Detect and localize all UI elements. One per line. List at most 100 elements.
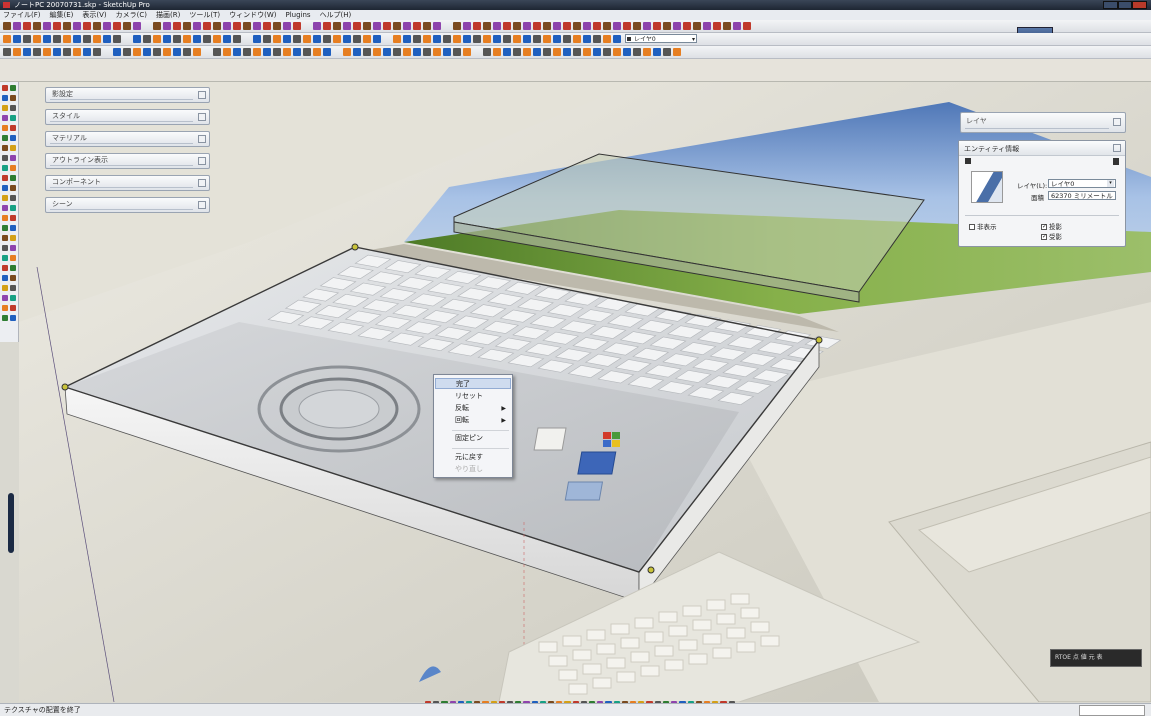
- toolbar-tool-icon[interactable]: [653, 22, 661, 30]
- toolbar-tool-icon[interactable]: [693, 22, 701, 30]
- toolbar-tool-icon[interactable]: [523, 35, 531, 43]
- toolbar-tool-icon[interactable]: [303, 48, 311, 56]
- palette-tool-icon[interactable]: [10, 235, 16, 241]
- toolbar-tool-icon[interactable]: [53, 35, 61, 43]
- palette-tool-icon[interactable]: [2, 175, 8, 181]
- toolbar-tool-icon[interactable]: [153, 35, 161, 43]
- toolbar-tool-icon[interactable]: [363, 48, 371, 56]
- toolbar-tool-icon[interactable]: [383, 22, 391, 30]
- toolbar-tool-icon[interactable]: [213, 22, 221, 30]
- palette-tool-icon[interactable]: [10, 205, 16, 211]
- toolbar-tool-icon[interactable]: [543, 22, 551, 30]
- palette-tool-icon[interactable]: [2, 255, 8, 261]
- pin-icon[interactable]: [198, 135, 206, 143]
- toolbar-tool-icon[interactable]: [673, 48, 681, 56]
- toolbar-tool-icon[interactable]: [613, 22, 621, 30]
- toolbar-tool-icon[interactable]: [43, 48, 51, 56]
- toolbar-tool-icon[interactable]: [723, 22, 731, 30]
- toolbar-tool-icon[interactable]: [533, 48, 541, 56]
- menu-edit[interactable]: 編集(E): [50, 10, 74, 20]
- toolbar-tool-icon[interactable]: [293, 22, 301, 30]
- toolbar-tool-icon[interactable]: [163, 48, 171, 56]
- toolbar-tool-icon[interactable]: [633, 22, 641, 30]
- toolbar-tool-icon[interactable]: [83, 35, 91, 43]
- menu-view[interactable]: 表示(V): [82, 10, 106, 20]
- toolbar-tool-icon[interactable]: [303, 22, 311, 30]
- toolbar-tool-icon[interactable]: [53, 22, 61, 30]
- toolbar-tool-icon[interactable]: [313, 35, 321, 43]
- palette-tool-icon[interactable]: [10, 195, 16, 201]
- toolbar-tool-icon[interactable]: [193, 35, 201, 43]
- toolbar-tool-icon[interactable]: [603, 48, 611, 56]
- toolbar-tool-icon[interactable]: [213, 48, 221, 56]
- toolbar-tool-icon[interactable]: [643, 48, 651, 56]
- toolbar-tool-icon[interactable]: [143, 35, 151, 43]
- toolbar-tool-icon[interactable]: [13, 22, 21, 30]
- toolbar-tool-icon[interactable]: [23, 35, 31, 43]
- toolbar-tool-icon[interactable]: [543, 48, 551, 56]
- palette-tool-icon[interactable]: [2, 155, 8, 161]
- toolbar-tool-icon[interactable]: [63, 48, 71, 56]
- toolbar-tool-icon[interactable]: [253, 35, 261, 43]
- toolbar-tool-icon[interactable]: [153, 48, 161, 56]
- toolbar-tool-icon[interactable]: [113, 22, 121, 30]
- toolbar-tool-icon[interactable]: [483, 48, 491, 56]
- toolbar-tool-icon[interactable]: [313, 48, 321, 56]
- menu-draw[interactable]: 描画(R): [156, 10, 180, 20]
- toolbar-tool-icon[interactable]: [463, 35, 471, 43]
- menu-tools[interactable]: ツール(T): [189, 10, 220, 20]
- menu-item-reset[interactable]: リセット: [435, 391, 511, 402]
- toolbar-tool-icon[interactable]: [673, 22, 681, 30]
- toolbar-tool-icon[interactable]: [153, 22, 161, 30]
- toolbar-tool-icon[interactable]: [703, 22, 711, 30]
- toolbar-tool-icon[interactable]: [473, 35, 481, 43]
- toolbar-tool-icon[interactable]: [333, 35, 341, 43]
- toolbar-tool-icon[interactable]: [203, 35, 211, 43]
- toolbar-tool-icon[interactable]: [633, 48, 641, 56]
- palette-tool-icon[interactable]: [10, 285, 16, 291]
- tray-outliner[interactable]: アウトライン表示: [45, 153, 210, 169]
- toolbar-tool-icon[interactable]: [193, 48, 201, 56]
- toolbar-tool-icon[interactable]: [3, 35, 11, 43]
- toolbar-tool-icon[interactable]: [123, 22, 131, 30]
- tray-materials[interactable]: マテリアル: [45, 131, 210, 147]
- toolbar-tool-icon[interactable]: [323, 35, 331, 43]
- toolbar-tool-icon[interactable]: [293, 48, 301, 56]
- toolbar-tool-icon[interactable]: [163, 35, 171, 43]
- palette-tool-icon[interactable]: [2, 205, 8, 211]
- toolbar-tool-icon[interactable]: [43, 35, 51, 43]
- palette-tool-icon[interactable]: [2, 305, 8, 311]
- toolbar-tool-icon[interactable]: [273, 22, 281, 30]
- toolbar-tool-icon[interactable]: [573, 35, 581, 43]
- toolbar-tool-icon[interactable]: [663, 22, 671, 30]
- zoom-widget[interactable]: RTOE 点 値 元 表: [1050, 649, 1142, 667]
- toolbar-tool-icon[interactable]: [473, 48, 481, 56]
- palette-tool-icon[interactable]: [2, 245, 8, 251]
- palette-tool-icon[interactable]: [2, 185, 8, 191]
- palette-tool-icon[interactable]: [2, 145, 8, 151]
- toolbar-tool-icon[interactable]: [273, 48, 281, 56]
- toolbar-tool-icon[interactable]: [443, 48, 451, 56]
- toolbar-tool-icon[interactable]: [173, 22, 181, 30]
- palette-tool-icon[interactable]: [2, 275, 8, 281]
- toolbar-tool-icon[interactable]: [283, 22, 291, 30]
- toolbar-tool-icon[interactable]: [323, 22, 331, 30]
- toolbar-tool-icon[interactable]: [513, 35, 521, 43]
- toolbar-tool-icon[interactable]: [253, 22, 261, 30]
- menu-item-flip[interactable]: 反転 ▶: [435, 403, 511, 414]
- pin-icon[interactable]: [198, 201, 206, 209]
- toolbar-tool-icon[interactable]: [253, 48, 261, 56]
- palette-tool-icon[interactable]: [10, 265, 16, 271]
- toolbar-tool-icon[interactable]: [413, 35, 421, 43]
- toolbar-tool-icon[interactable]: [553, 35, 561, 43]
- toolbar-tool-icon[interactable]: [233, 35, 241, 43]
- toolbar-tool-icon[interactable]: [333, 22, 341, 30]
- toolbar-tool-icon[interactable]: [383, 48, 391, 56]
- toolbar-tool-icon[interactable]: [423, 48, 431, 56]
- toolbar-tool-icon[interactable]: [603, 35, 611, 43]
- toolbar-tool-icon[interactable]: [223, 48, 231, 56]
- toolbar-tool-icon[interactable]: [433, 35, 441, 43]
- toolbar-tool-icon[interactable]: [353, 48, 361, 56]
- menu-window[interactable]: ウィンドウ(W): [229, 10, 276, 20]
- toolbar-tool-icon[interactable]: [73, 48, 81, 56]
